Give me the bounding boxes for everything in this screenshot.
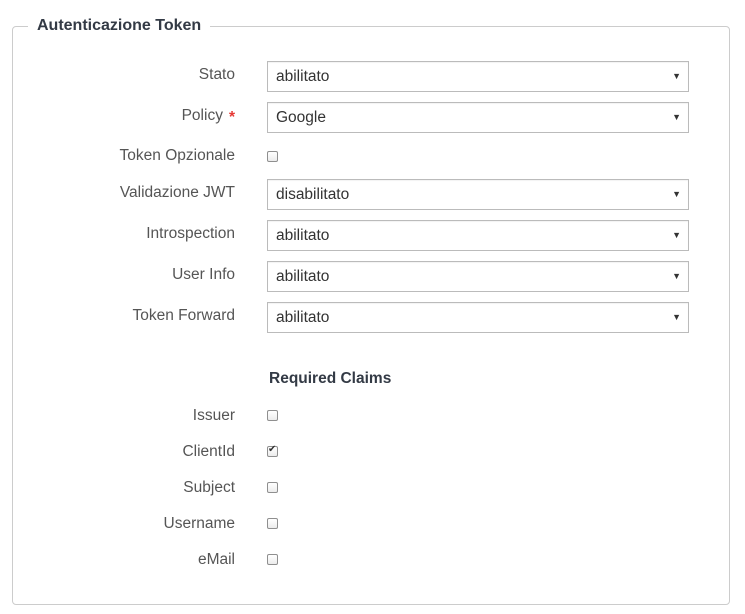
chevron-down-icon: ▼ — [672, 230, 681, 240]
stato-select-value: abilitato — [276, 68, 330, 85]
stato-select[interactable]: abilitato ▼ — [267, 61, 689, 92]
introspection-select[interactable]: abilitato ▼ — [267, 220, 689, 251]
chevron-down-icon: ▼ — [672, 71, 681, 81]
chevron-down-icon: ▼ — [672, 312, 681, 322]
email-checkbox[interactable] — [267, 554, 278, 565]
claim-label: Username — [163, 515, 236, 532]
validazione-jwt-label: Validazione JWT — [119, 184, 235, 201]
chevron-down-icon: ▼ — [672, 271, 681, 281]
subject-checkbox[interactable] — [267, 482, 278, 493]
policy-label-text: Policy — [181, 107, 223, 124]
clientid-checkbox[interactable] — [267, 444, 278, 457]
form-row-policy: Policy * Google ▼ — [0, 102, 745, 134]
claim-row-username: Username — [0, 511, 745, 543]
chevron-down-icon: ▼ — [672, 189, 681, 199]
claim-row-clientid: ClientId — [0, 439, 745, 471]
validazione-jwt-select[interactable]: disabilitato ▼ — [267, 179, 689, 210]
token-forward-label: Token Forward — [132, 307, 235, 324]
policy-select-value: Google — [276, 109, 326, 126]
form-row-validazione-jwt: Validazione JWT disabilitato ▼ — [0, 179, 745, 211]
policy-label: Policy * — [182, 102, 235, 134]
chevron-down-icon: ▼ — [672, 112, 681, 122]
claim-row-issuer: Issuer — [0, 403, 745, 435]
claim-label: eMail — [197, 551, 235, 568]
token-opzionale-checkbox[interactable] — [267, 151, 278, 162]
username-checkbox[interactable] — [267, 518, 278, 529]
claim-label: ClientId — [182, 443, 235, 460]
form-row-token-forward: Token Forward abilitato ▼ — [0, 302, 745, 334]
claim-label: Issuer — [192, 407, 235, 424]
token-opzionale-label: Token Opzionale — [119, 147, 235, 164]
policy-select[interactable]: Google ▼ — [267, 102, 689, 133]
claim-label: Subject — [183, 479, 235, 496]
introspection-select-value: abilitato — [276, 227, 330, 244]
user-info-select[interactable]: abilitato ▼ — [267, 261, 689, 292]
form-row-token-opzionale: Token Opzionale — [0, 143, 745, 175]
issuer-checkbox[interactable] — [267, 410, 278, 421]
claim-row-subject: Subject — [0, 475, 745, 507]
validazione-jwt-select-value: disabilitato — [276, 186, 350, 203]
section-title: Autenticazione Token — [28, 15, 211, 37]
introspection-label: Introspection — [146, 225, 235, 242]
user-info-label: User Info — [172, 266, 235, 283]
required-marker: * — [228, 109, 235, 126]
form-row-introspection: Introspection abilitato ▼ — [0, 220, 745, 252]
form-row-stato: Stato abilitato ▼ — [0, 61, 745, 93]
token-forward-select-value: abilitato — [276, 309, 330, 326]
token-forward-select[interactable]: abilitato ▼ — [267, 302, 689, 333]
form-row-user-info: User Info abilitato ▼ — [0, 261, 745, 293]
required-claims-title: Required Claims — [269, 370, 392, 387]
claim-row-email: eMail — [0, 547, 745, 579]
stato-label: Stato — [198, 66, 235, 83]
user-info-select-value: abilitato — [276, 268, 330, 285]
